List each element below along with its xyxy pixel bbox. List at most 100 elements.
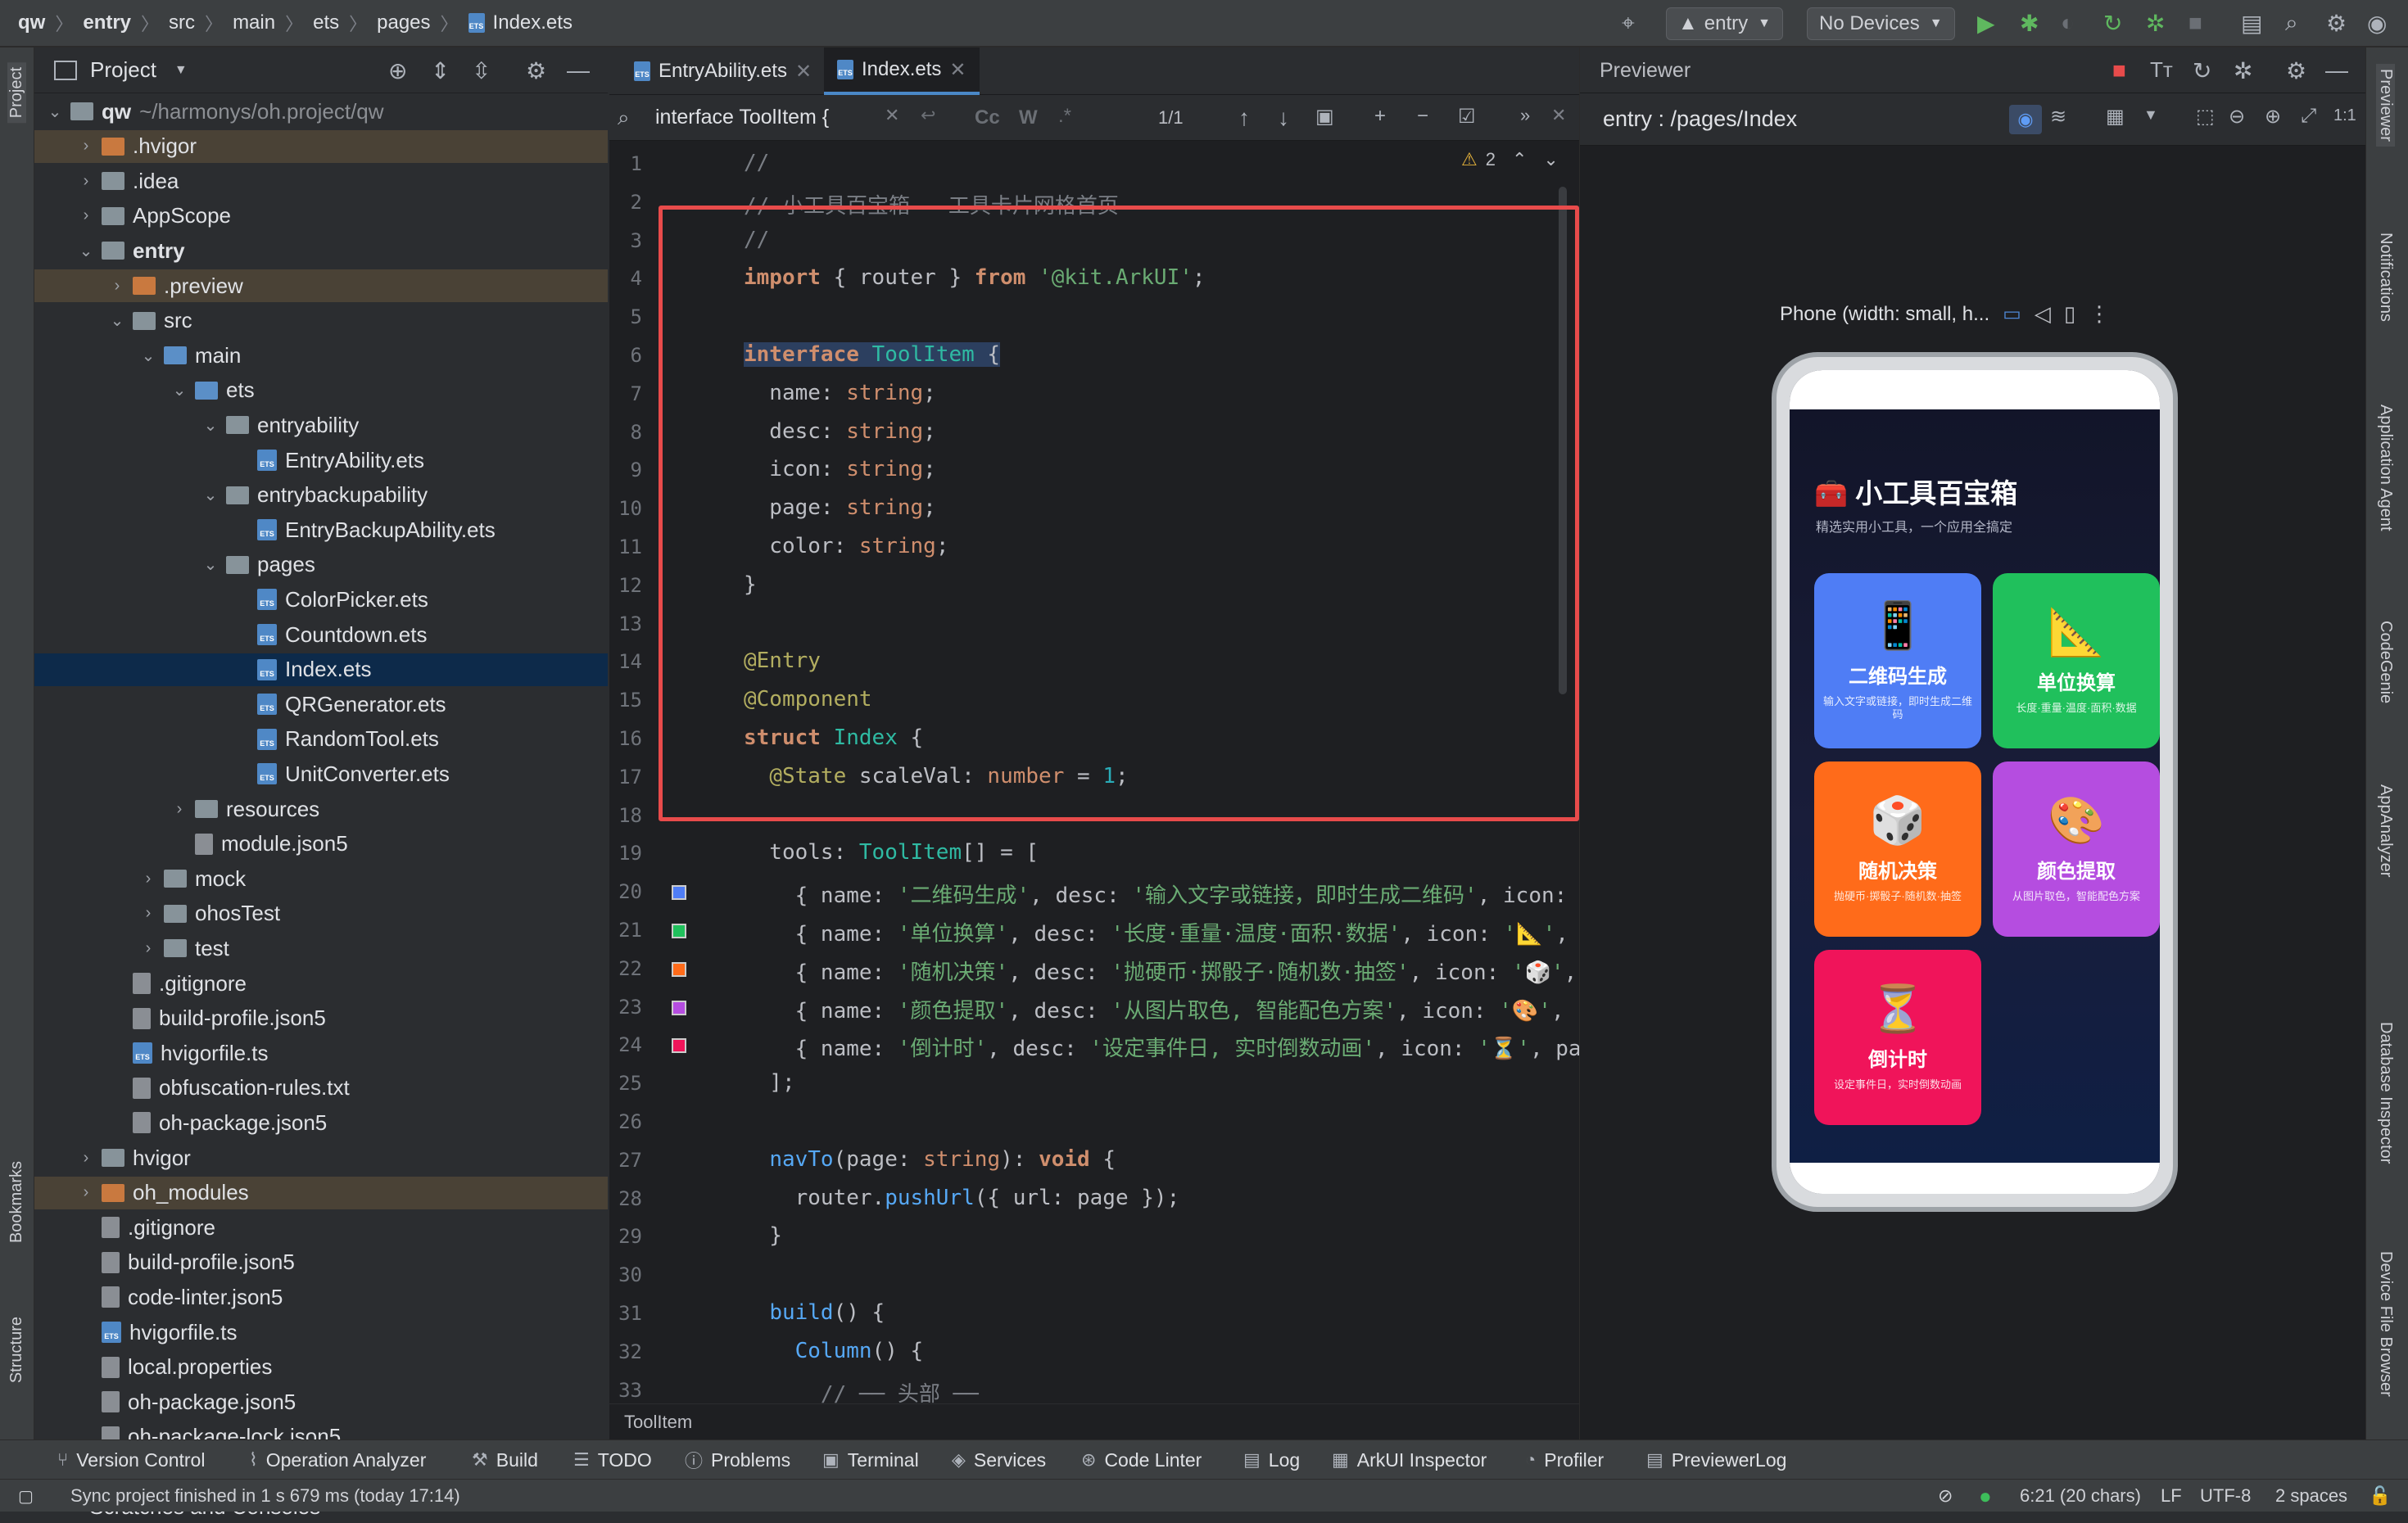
tree-item[interactable]: ⌄ src bbox=[34, 305, 608, 337]
color-swatch[interactable] bbox=[672, 961, 686, 977]
chevron-right-icon[interactable]: › bbox=[108, 277, 126, 296]
file-encoding[interactable]: UTF-8 bbox=[2200, 1480, 2251, 1512]
chevron-right-icon[interactable]: › bbox=[77, 1183, 95, 1202]
tree-item[interactable]: code-linter.json5 bbox=[34, 1281, 608, 1313]
minimize-icon[interactable]: — bbox=[2325, 57, 2348, 84]
tree-item[interactable]: › .preview bbox=[34, 269, 608, 302]
tree-item[interactable]: build-profile.json5 bbox=[34, 1246, 608, 1279]
status-ok-icon[interactable]: ● bbox=[1979, 1480, 1992, 1512]
select-all-icon[interactable]: ▣ bbox=[1315, 105, 1334, 129]
breadcrumb-item[interactable]: Index.ets bbox=[493, 11, 573, 34]
color-swatch[interactable] bbox=[672, 885, 686, 901]
tree-item[interactable]: › .idea bbox=[34, 165, 608, 197]
tree-item[interactable]: ETS ColorPicker.ets bbox=[34, 583, 608, 616]
code-line[interactable]: { name: '颜色提取', desc: '从图片取色, 智能配色方案', i… bbox=[744, 994, 1564, 1024]
stop-preview-icon[interactable]: ■ bbox=[2112, 57, 2126, 84]
tree-item[interactable]: ⌄ ets bbox=[34, 374, 608, 407]
code-linter-tab[interactable]: ⊛ Code Linter bbox=[1081, 1440, 1202, 1480]
tree-item[interactable]: obfuscation-rules.txt bbox=[34, 1072, 608, 1105]
structure-crumb[interactable]: ToolItem bbox=[624, 1412, 692, 1433]
bookmarks-tool-button[interactable]: Bookmarks bbox=[7, 1161, 26, 1243]
tree-item[interactable]: › ohosTest bbox=[34, 897, 608, 930]
tree-item[interactable]: ⌄ entrybackupability bbox=[34, 479, 608, 512]
close-icon[interactable]: ✕ bbox=[1551, 105, 1566, 126]
operation-analyzer-tab[interactable]: ⌇ Operation Analyzer bbox=[249, 1440, 426, 1480]
code-line[interactable]: { name: '单位换算', desc: '长度·重量·温度·面积·数据', … bbox=[744, 917, 1568, 947]
tool-card[interactable]: ⏳ 倒计时 设定事件日，实时倒数动画 bbox=[1814, 950, 1981, 1125]
tool-card[interactable]: 🎲 随机决策 抛硬币·掷骰子·随机数·抽签 bbox=[1814, 762, 1981, 937]
clear-search-icon[interactable]: ✕ bbox=[885, 105, 899, 126]
settings-icon[interactable]: ⚙ bbox=[2286, 57, 2306, 84]
new-line-icon[interactable]: ↩ bbox=[921, 105, 935, 126]
code-line[interactable]: tools: ToolItem[] = [ bbox=[744, 840, 1039, 865]
tree-item[interactable]: › oh_modules bbox=[34, 1176, 608, 1209]
chevron-right-icon[interactable]: › bbox=[77, 137, 95, 156]
settings-icon[interactable]: ⚙ bbox=[2326, 10, 2347, 37]
gear-icon[interactable]: ⚙ bbox=[526, 57, 546, 84]
power-save-icon[interactable]: ⊘ bbox=[1938, 1480, 1953, 1512]
tree-item[interactable]: ETS hvigorfile.ts bbox=[34, 1037, 608, 1069]
breadcrumb-item[interactable]: src bbox=[169, 11, 195, 34]
application-agent-tool-button[interactable]: Application Agent bbox=[2376, 404, 2395, 531]
project-structure-icon[interactable]: ▤ bbox=[2241, 10, 2262, 37]
profile-icon[interactable]: ✲ bbox=[2146, 10, 2165, 37]
version-control-tab[interactable]: ⑂ Version Control bbox=[57, 1440, 205, 1480]
tree-item[interactable]: › hvigor bbox=[34, 1141, 608, 1174]
tree-item[interactable]: ⌄ qw ~/harmonys/oh.project/qw bbox=[34, 95, 608, 128]
lock-icon[interactable]: 🔓 bbox=[2369, 1480, 2391, 1512]
tree-item[interactable]: build-profile.json5 bbox=[34, 1002, 608, 1035]
tree-item[interactable]: ETS hvigorfile.ts bbox=[34, 1316, 608, 1349]
match-case-button[interactable]: Cc bbox=[975, 106, 1000, 129]
services-tab[interactable]: ◈ Services bbox=[952, 1440, 1046, 1480]
previewer-log-tab[interactable]: ▤ PreviewerLog bbox=[1646, 1440, 1786, 1480]
whole-word-button[interactable]: W bbox=[1019, 106, 1038, 129]
notifications-tool-button[interactable]: Notifications bbox=[2376, 233, 2395, 322]
chevron-right-icon[interactable]: › bbox=[139, 870, 157, 888]
code-line[interactable]: { name: '倒计时', desc: '设定事件日, 实时倒数动画', ic… bbox=[744, 1032, 1582, 1062]
database-inspector-tool-button[interactable]: Database Inspector bbox=[2376, 1022, 2395, 1164]
tree-item[interactable]: module.json5 bbox=[34, 828, 608, 861]
appanalyzer-tool-button[interactable]: AppAnalyzer bbox=[2376, 784, 2395, 877]
tree-item[interactable]: › AppScope bbox=[34, 200, 608, 233]
search-input[interactable]: interface ToolItem { bbox=[655, 106, 829, 129]
tree-item[interactable]: ⌄ entryability bbox=[34, 409, 608, 441]
codegenie-tool-button[interactable]: CodeGenie bbox=[2376, 621, 2395, 703]
previewer-tool-button[interactable]: Previewer bbox=[2376, 64, 2395, 147]
rotate-icon[interactable]: ◁ bbox=[2035, 301, 2051, 327]
tree-item[interactable]: local.properties bbox=[34, 1351, 608, 1384]
status-message[interactable]: Sync project finished in 1 s 679 ms (tod… bbox=[70, 1480, 460, 1512]
tree-item[interactable]: › resources bbox=[34, 793, 608, 825]
tree-item[interactable]: oh-package.json5 bbox=[34, 1385, 608, 1418]
more-vertical-icon[interactable]: ⋮ bbox=[2089, 301, 2110, 327]
code-line[interactable]: navTo(page: string): void { bbox=[744, 1147, 1116, 1172]
line-separator[interactable]: LF bbox=[2161, 1480, 2182, 1512]
tree-item[interactable]: › mock bbox=[34, 862, 608, 895]
tree-item[interactable]: ⌄ main bbox=[34, 339, 608, 372]
add-selection-icon[interactable]: + bbox=[1374, 105, 1386, 128]
color-swatch[interactable] bbox=[672, 924, 686, 938]
chevron-down-icon[interactable]: ⌄ bbox=[201, 415, 220, 436]
device-icon[interactable]: ▭ bbox=[2003, 302, 2021, 326]
inspect-icon[interactable]: ✲ bbox=[2234, 57, 2252, 84]
tool-card[interactable]: 🎨 颜色提取 从图片取色，智能配色方案 bbox=[1993, 762, 2160, 937]
frame-icon[interactable]: ⬚ bbox=[2196, 105, 2215, 129]
chevron-right-icon[interactable]: › bbox=[77, 1149, 95, 1168]
breadcrumb-item[interactable]: ets bbox=[313, 11, 339, 34]
problems-tab[interactable]: ⓘ Problems bbox=[685, 1440, 790, 1480]
chevron-down-icon[interactable]: ⌄ bbox=[170, 380, 188, 400]
tab-entryability[interactable]: ETS EntryAbility.ets ✕ bbox=[621, 47, 825, 95]
color-swatch[interactable] bbox=[672, 1000, 686, 1015]
build-tab[interactable]: ⚒ Build bbox=[472, 1440, 538, 1480]
expand-all-icon[interactable]: ⇕ bbox=[431, 57, 450, 84]
search-icon[interactable]: ⌕ bbox=[618, 105, 630, 131]
tree-item[interactable]: ⌄ pages bbox=[34, 549, 608, 581]
code-line[interactable]: ]; bbox=[744, 1070, 794, 1095]
color-swatch[interactable] bbox=[672, 1038, 686, 1054]
tree-item[interactable]: ETS RandomTool.ets bbox=[34, 723, 608, 756]
breadcrumb-item[interactable]: qw bbox=[18, 11, 45, 34]
next-match-icon[interactable]: ↓ bbox=[1278, 105, 1289, 131]
chevron-right-icon[interactable]: › bbox=[77, 206, 95, 225]
layers-icon[interactable]: ≋ bbox=[2050, 105, 2066, 129]
chevron-down-icon[interactable]: ⌄ bbox=[201, 485, 220, 505]
phone-screen[interactable]: 🧰 小工具百宝箱 精选实用小工具，一个应用全搞定 📱 二维码生成 输入文字或链接… bbox=[1790, 370, 2160, 1194]
